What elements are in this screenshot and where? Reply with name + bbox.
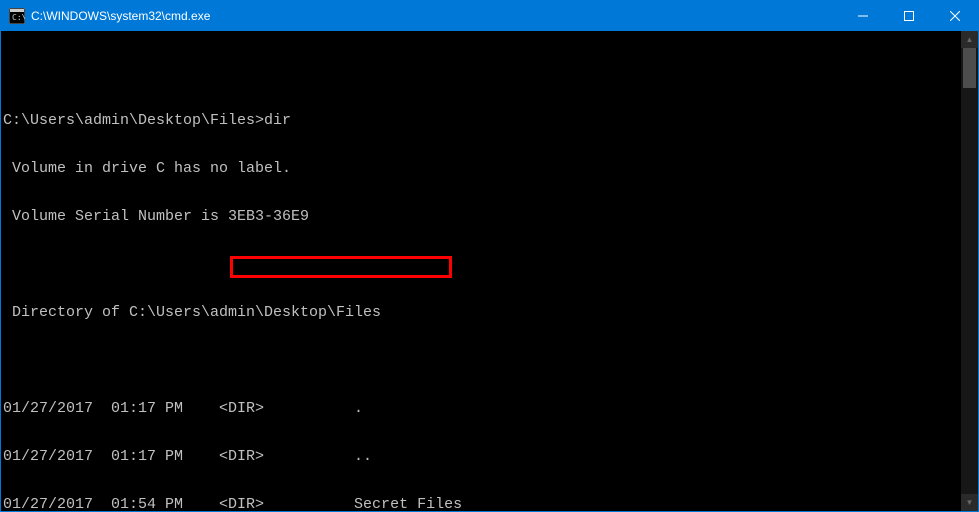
window-title: C:\WINDOWS\system32\cmd.exe xyxy=(31,9,210,23)
maximize-button[interactable] xyxy=(886,1,932,31)
scroll-thumb[interactable] xyxy=(963,48,976,88)
vertical-scrollbar[interactable]: ▲ ▼ xyxy=(961,31,978,511)
terminal-line: Volume in drive C has no label. xyxy=(3,161,961,177)
close-button[interactable] xyxy=(932,1,978,31)
terminal-line: Volume Serial Number is 3EB3-36E9 xyxy=(3,209,961,225)
scroll-down-icon[interactable]: ▼ xyxy=(961,494,978,511)
client-area: C:\Users\admin\Desktop\Files>dir Volume … xyxy=(1,31,978,511)
svg-text:C:\: C:\ xyxy=(12,13,25,22)
titlebar[interactable]: C:\ C:\WINDOWS\system32\cmd.exe xyxy=(1,1,978,31)
terminal-line: Directory of C:\Users\admin\Desktop\File… xyxy=(3,305,961,321)
terminal-output[interactable]: C:\Users\admin\Desktop\Files>dir Volume … xyxy=(1,31,961,511)
cmd-window: C:\ C:\WINDOWS\system32\cmd.exe C:\Users… xyxy=(0,0,979,512)
terminal-line: C:\Users\admin\Desktop\Files>dir xyxy=(3,113,961,129)
terminal-line xyxy=(3,257,961,273)
cmd-icon: C:\ xyxy=(9,8,25,24)
terminal-line xyxy=(3,65,961,81)
terminal-line: 01/27/2017 01:17 PM <DIR> . xyxy=(3,401,961,417)
scroll-track[interactable] xyxy=(961,48,978,494)
window-controls xyxy=(840,1,978,31)
terminal-line: 01/27/2017 01:17 PM <DIR> .. xyxy=(3,449,961,465)
scroll-up-icon[interactable]: ▲ xyxy=(961,31,978,48)
minimize-button[interactable] xyxy=(840,1,886,31)
terminal-line: 01/27/2017 01:54 PM <DIR> Secret Files xyxy=(3,497,961,511)
terminal-line xyxy=(3,353,961,369)
